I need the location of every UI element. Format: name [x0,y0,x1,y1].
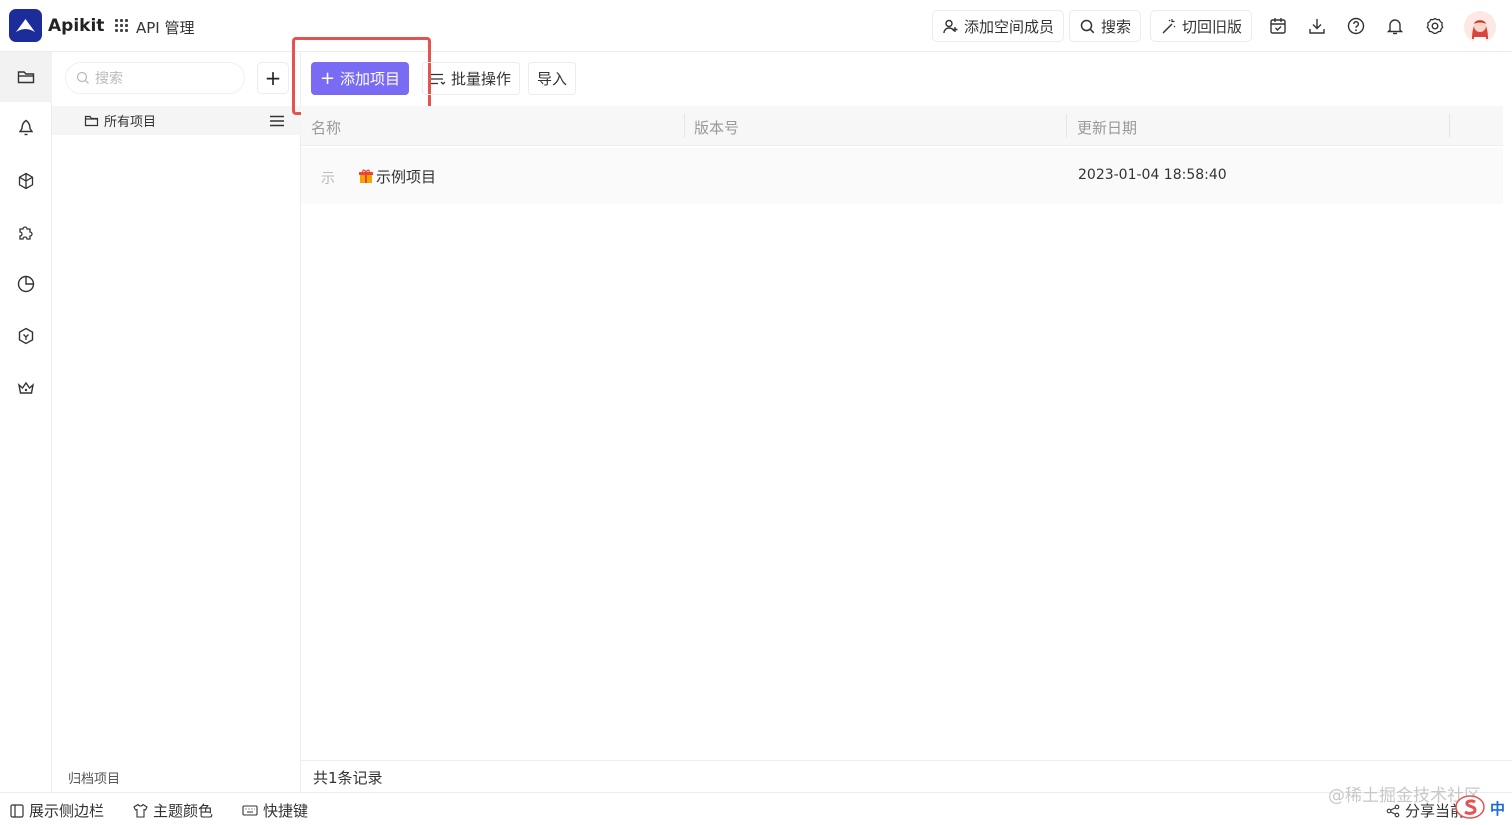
global-search-button[interactable]: 搜索 [1069,10,1142,42]
puzzle-icon [19,226,33,240]
user-avatar[interactable] [1464,11,1496,43]
app-name: Apikit [48,16,105,36]
download-icon[interactable] [1307,16,1327,36]
column-divider[interactable] [1449,114,1450,138]
record-count: 共1条记录 [313,769,383,787]
rail-item-automation[interactable] [0,103,52,153]
search-icon [1080,19,1095,33]
project-name-label: 示例项目 [376,168,437,186]
ime-language-indicator[interactable]: 中 [1490,798,1505,819]
search-icon [76,71,89,84]
tree-item-label: 所有项目 [104,115,157,130]
help-icon[interactable] [1346,16,1366,36]
add-group-symbol: + [264,66,282,90]
add-user-icon [943,19,958,33]
keyboard-icon [242,805,258,816]
project-group-panel: 搜索 + 所有项目 归档项目 [52,52,301,792]
top-bar: Apikit API 管理 添加空间成员 搜索 切回旧版 [0,0,1512,52]
show-sidebar-button[interactable]: 展示侧边栏 [10,800,104,821]
module-name[interactable]: API 管理 [136,17,195,38]
shortcuts-label: 快捷键 [263,802,309,820]
project-initial-icon: 示 [321,171,335,187]
list-icon [431,73,445,85]
rocket-icon [18,119,34,136]
theme-color-label: 主题颜色 [153,802,214,820]
rail-item-plugins[interactable] [0,208,52,258]
gift-icon [359,169,373,183]
bottom-bar: 展示侧边栏 主题颜色 快捷键 分享当前 [0,792,1512,823]
module-rail [0,52,52,792]
global-search-label: 搜索 [1101,17,1132,36]
column-divider[interactable] [1066,114,1067,138]
apikit-logo-icon[interactable] [9,9,42,42]
sidebar-icon [10,803,24,818]
rail-item-projects[interactable] [0,52,52,102]
batch-operation-label: 批量操作 [451,70,512,88]
group-search-placeholder: 搜索 [95,71,123,87]
apps-grid-icon[interactable] [115,19,129,33]
shirt-icon [133,803,148,818]
column-divider[interactable] [684,114,685,138]
calendar-icon[interactable] [1268,16,1288,36]
ime-logo-icon[interactable] [1455,795,1485,819]
rail-item-mock[interactable] [0,156,52,206]
add-group-button[interactable]: + [257,62,289,94]
group-search-input[interactable]: 搜索 [65,62,245,94]
batch-operation-button[interactable]: 批量操作 [422,62,521,95]
column-header-version[interactable]: 版本号 [694,117,739,138]
rail-item-security[interactable] [0,311,52,361]
project-name[interactable]: 示例项目 [359,166,436,187]
pie-chart-icon [17,275,35,293]
column-header-updated[interactable]: 更新日期 [1077,117,1137,138]
folder-icon [17,71,35,84]
import-label: 导入 [537,70,568,88]
theme-color-button[interactable]: 主题颜色 [133,800,213,821]
rail-item-premium[interactable] [0,363,52,413]
switch-old-version-label: 切回旧版 [1182,17,1243,36]
hexagon-icon [18,327,34,345]
tree-item-all-projects[interactable]: 所有项目 [52,106,301,135]
table-row[interactable]: 示 示例项目 2023-01-04 18:58:40 [301,148,1503,204]
rail-item-statistics[interactable] [0,259,52,309]
table-header: 名称 版本号 更新日期 [301,106,1503,146]
archived-projects-link[interactable]: 归档项目 [68,768,120,787]
folder-icon [84,115,99,127]
switch-old-version-button[interactable]: 切回旧版 [1150,10,1253,42]
project-list-area: + 添加项目 批量操作 导入 名称 版本号 更新日期 示 示例项目 2023-0… [292,37,1512,792]
add-member-button[interactable]: 添加空间成员 [932,10,1065,42]
project-updated-date: 2023-01-04 18:58:40 [1078,167,1227,183]
menu-icon[interactable] [270,115,284,127]
notification-bell-icon[interactable] [1385,16,1405,36]
shortcuts-button[interactable]: 快捷键 [242,800,308,821]
show-sidebar-label: 展示侧边栏 [29,802,105,820]
cube-icon [18,172,34,190]
magic-wand-icon [1162,18,1176,34]
highlight-annotation-box [292,37,431,115]
add-member-label: 添加空间成员 [964,17,1055,36]
column-header-name[interactable]: 名称 [311,117,341,138]
settings-gear-icon[interactable] [1425,16,1445,36]
crown-icon [17,381,35,394]
import-button[interactable]: 导入 [528,62,577,95]
